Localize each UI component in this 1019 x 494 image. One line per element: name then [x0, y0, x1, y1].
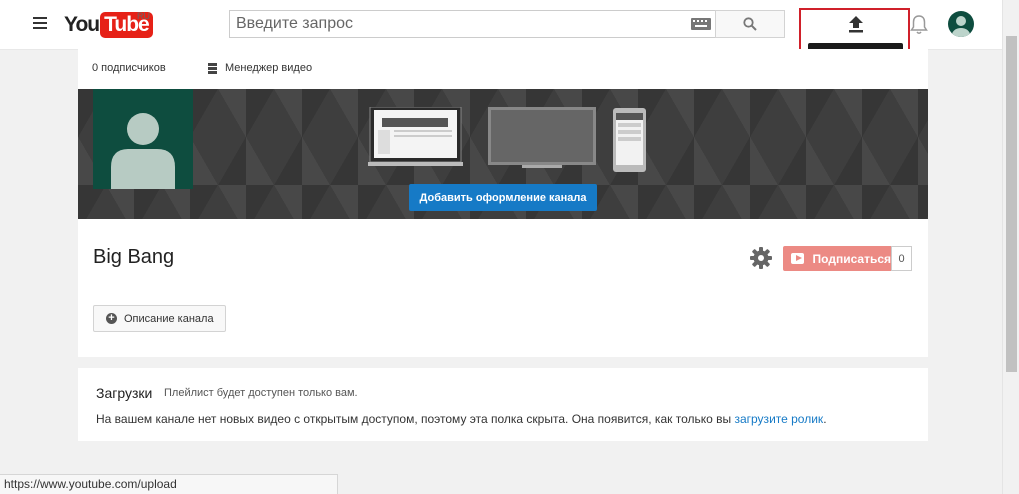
tv-preview-icon [488, 107, 596, 168]
logo-region: RU [137, 11, 150, 21]
subscribe-button[interactable]: Подписаться [783, 246, 891, 271]
channel-description-button[interactable]: + Описание канала [93, 305, 226, 332]
uploads-title[interactable]: Загрузки [96, 385, 152, 401]
bell-icon[interactable] [909, 14, 929, 35]
subscribe-label: Подписаться [812, 251, 891, 266]
channel-avatar[interactable] [93, 89, 193, 189]
scrollbar-thumb[interactable] [1006, 36, 1017, 372]
video-manager-icon [208, 62, 217, 74]
add-channel-art-button[interactable]: Добавить оформление канала [409, 184, 597, 211]
channel-banner: Добавить оформление канала [78, 89, 928, 219]
user-avatar-icon[interactable] [948, 11, 974, 37]
browser-status-url: https://www.youtube.com/upload [0, 474, 338, 494]
keyboard-icon[interactable] [691, 18, 711, 30]
laptop-preview-icon [368, 107, 463, 166]
plus-icon: + [106, 313, 117, 324]
uploads-shelf: Загрузки Плейлист будет доступен только … [78, 368, 928, 441]
search-icon [743, 17, 757, 31]
channel-title: Big Bang [93, 246, 175, 268]
channel-description-label: Описание канала [124, 312, 214, 325]
uploads-message-text: На вашем канале нет новых видео с открыт… [96, 412, 735, 426]
uploads-privacy-note: Плейлист будет доступен только вам. [164, 387, 358, 399]
subscriber-count: 0 подписчиков [92, 62, 166, 74]
subscribe-count: 0 [891, 246, 912, 271]
uploads-message-end: . [823, 412, 827, 426]
play-icon [791, 253, 804, 264]
video-manager-label: Менеджер видео [225, 62, 313, 74]
video-manager-link[interactable]: Менеджер видео [208, 62, 312, 74]
search-input[interactable] [229, 10, 715, 38]
menu-icon[interactable] [33, 17, 47, 29]
phone-preview-icon [613, 108, 646, 172]
gear-icon[interactable] [750, 247, 772, 269]
channel-header-card: 0 подписчиков Менеджер видео Добавить оф… [78, 49, 928, 357]
logo-text-you: You [64, 13, 100, 36]
uploads-empty-message: На вашем канале нет новых видео с открыт… [96, 412, 827, 426]
search-button[interactable] [715, 10, 785, 38]
upload-video-link[interactable]: загрузите ролик [734, 412, 823, 426]
page-scrollbar[interactable] [1002, 0, 1019, 494]
